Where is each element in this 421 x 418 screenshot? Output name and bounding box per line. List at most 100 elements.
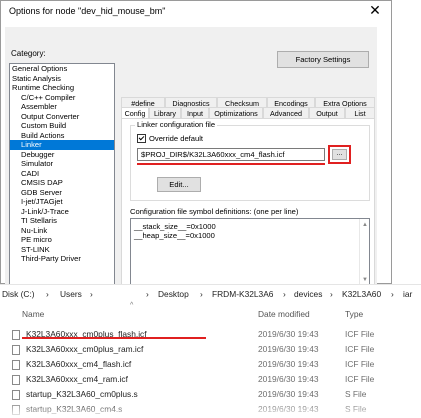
file-icon [12,405,20,415]
file-row[interactable]: K32L3A60xxx_cm4_ram.icf 2019/6/30 19:43 IC… [0,373,421,388]
category-item[interactable]: Build Actions [10,131,114,141]
breadcrumb-k32l3a60[interactable]: K32L3A60 [342,285,381,303]
file-row[interactable]: K32L3A60xxx_cm0plus_ram.icf 2019/6/30 19:… [0,343,421,358]
breadcrumb: Disk (C:) › Users › › Desktop › FRDM-K32… [0,284,421,303]
factory-settings-button[interactable]: Factory Settings [277,51,369,68]
symbol-definitions-textarea[interactable]: __stack_size__=0x1000 __heap_size__=0x10… [130,218,370,286]
category-item[interactable]: Nu-Link [10,226,114,236]
tab-advanced[interactable]: Advanced [263,107,309,118]
file-icon [12,360,20,370]
definition-line: __heap_size__=0x1000 [134,231,215,240]
file-row[interactable]: startup_K32L3A60_cm0plus.s 2019/6/30 19:4… [0,388,421,403]
vertical-scrollbar[interactable]: ▲ ▼ [359,219,369,285]
edit-button[interactable]: Edit... [157,177,201,192]
file-row[interactable]: startup_K32L3A60_cm4.s 2019/6/30 19:43 S F… [0,403,421,418]
file-date: 2019/6/30 19:43 [258,344,319,354]
category-item[interactable]: Custom Build [10,121,114,131]
breadcrumb-users[interactable]: Users [60,285,82,303]
breadcrumb-separator[interactable]: › [46,285,49,303]
category-item[interactable]: Static Analysis [10,74,114,84]
file-type: S File [345,389,367,399]
browse-button[interactable]: ... [332,149,347,160]
category-item[interactable]: General Options [10,64,114,74]
breadcrumb-disk[interactable]: Disk (C:) [2,285,35,303]
breadcrumb-separator[interactable]: › [90,285,93,303]
file-row[interactable]: K32L3A60xxx_cm0plus_flash.icf 2019/6/30 1… [0,328,421,343]
tab-optimizations[interactable]: Optimizations [209,107,263,118]
linker-config-group: Linker configuration file Override defau… [130,120,370,201]
tab-input[interactable]: Input [181,107,209,118]
path-highlight-underline [137,163,325,165]
file-type: ICF File [345,344,375,354]
file-date: 2019/6/30 19:43 [258,404,319,414]
breadcrumb-desktop[interactable]: Desktop [158,285,189,303]
file-row[interactable]: K32L3A60xxx_cm4_flash.icf 2019/6/30 19:43… [0,358,421,373]
file-icon [12,375,20,385]
file-date: 2019/6/30 19:43 [258,374,319,384]
file-icon [12,390,20,400]
tab-list[interactable]: List [345,107,375,118]
file-icon [12,330,20,340]
category-list[interactable]: General Options Static Analysis Runtime Ch… [9,63,115,285]
breadcrumb-separator[interactable]: › [146,285,149,303]
category-item[interactable]: ST-LINK [10,245,114,255]
category-item[interactable]: I-jet/JTAGjet [10,197,114,207]
file-name: startup_K32L3A60_cm0plus.s [26,389,138,399]
file-name: K32L3A60xxx_cm4_flash.icf [26,359,132,369]
file-list-header: ^ Name Date modified Type [0,302,421,328]
breadcrumb-separator[interactable]: › [283,285,286,303]
file-type: ICF File [345,359,375,369]
tab-library[interactable]: Library [149,107,181,118]
breadcrumb-separator[interactable]: › [200,285,203,303]
column-name[interactable]: Name [22,309,44,319]
category-item[interactable]: Runtime Checking [10,83,114,93]
column-date-modified[interactable]: Date modified [258,309,310,319]
file-date: 2019/6/30 19:43 [258,359,319,369]
category-item[interactable]: TI Stellaris [10,216,114,226]
close-icon[interactable]: ✕ [365,1,385,19]
category-item[interactable]: Third-Party Driver [10,254,114,264]
config-tab-panel: Linker configuration file Override defau… [121,118,375,286]
sort-caret-icon: ^ [130,302,134,309]
definition-line: __stack_size__=0x1000 [134,222,216,231]
scroll-up-icon[interactable]: ▲ [362,222,368,228]
symbol-definitions-label: Configuration file symbol definitions: (… [130,207,299,216]
category-item[interactable]: Debugger [10,150,114,160]
tab-output[interactable]: Output [309,107,345,118]
category-item[interactable]: Simulator [10,159,114,169]
file-type: S File [345,404,367,414]
category-item[interactable]: PE micro [10,235,114,245]
browse-highlight-box: ... [328,145,351,164]
file-name: K32L3A60xxx_cm4_ram.icf [26,374,128,384]
linker-config-group-title: Linker configuration file [135,120,218,129]
breadcrumb-separator[interactable]: › [391,285,394,303]
tab-config[interactable]: Config [121,107,149,118]
category-item[interactable]: CMSIS DAP [10,178,114,188]
category-item[interactable]: J-Link/J-Trace [10,207,114,217]
category-label: Category: [11,49,46,58]
category-item[interactable]: CADI [10,169,114,179]
breadcrumb-separator[interactable]: › [330,285,333,303]
dialog-panel: Category: General Options Static Analysis… [5,27,377,286]
tab-row-2: Config Library Input Optimizations Advan… [121,107,375,118]
file-date: 2019/6/30 19:43 [258,329,319,339]
category-item[interactable]: C/C++ Compiler [10,93,114,103]
category-item[interactable]: Output Converter [10,112,114,122]
checkbox-checked-icon [137,133,146,143]
file-type: ICF File [345,329,375,339]
category-item[interactable]: Linker [10,140,114,150]
category-item[interactable]: GDB Server [10,188,114,198]
breadcrumb-frdm[interactable]: FRDM-K32L3A6 [212,285,273,303]
file-date: 2019/6/30 19:43 [258,389,319,399]
breadcrumb-devices[interactable]: devices [294,285,322,303]
file-name: startup_K32L3A60_cm4.s [26,404,123,414]
file-highlight-underline [22,337,206,339]
override-default-label: Override default [149,134,204,143]
linker-config-path-field[interactable]: $PROJ_DIR$/K32L3A60xxx_cm4_flash.icf [137,148,325,161]
category-item[interactable]: Assembler [10,102,114,112]
breadcrumb-iar[interactable]: iar [403,285,412,303]
dialog-title: Options for node "dev_hid_mouse_bm" [9,6,166,16]
override-default-checkbox[interactable]: Override default [137,133,204,144]
column-type[interactable]: Type [345,309,363,319]
scroll-down-icon[interactable]: ▼ [362,277,368,283]
